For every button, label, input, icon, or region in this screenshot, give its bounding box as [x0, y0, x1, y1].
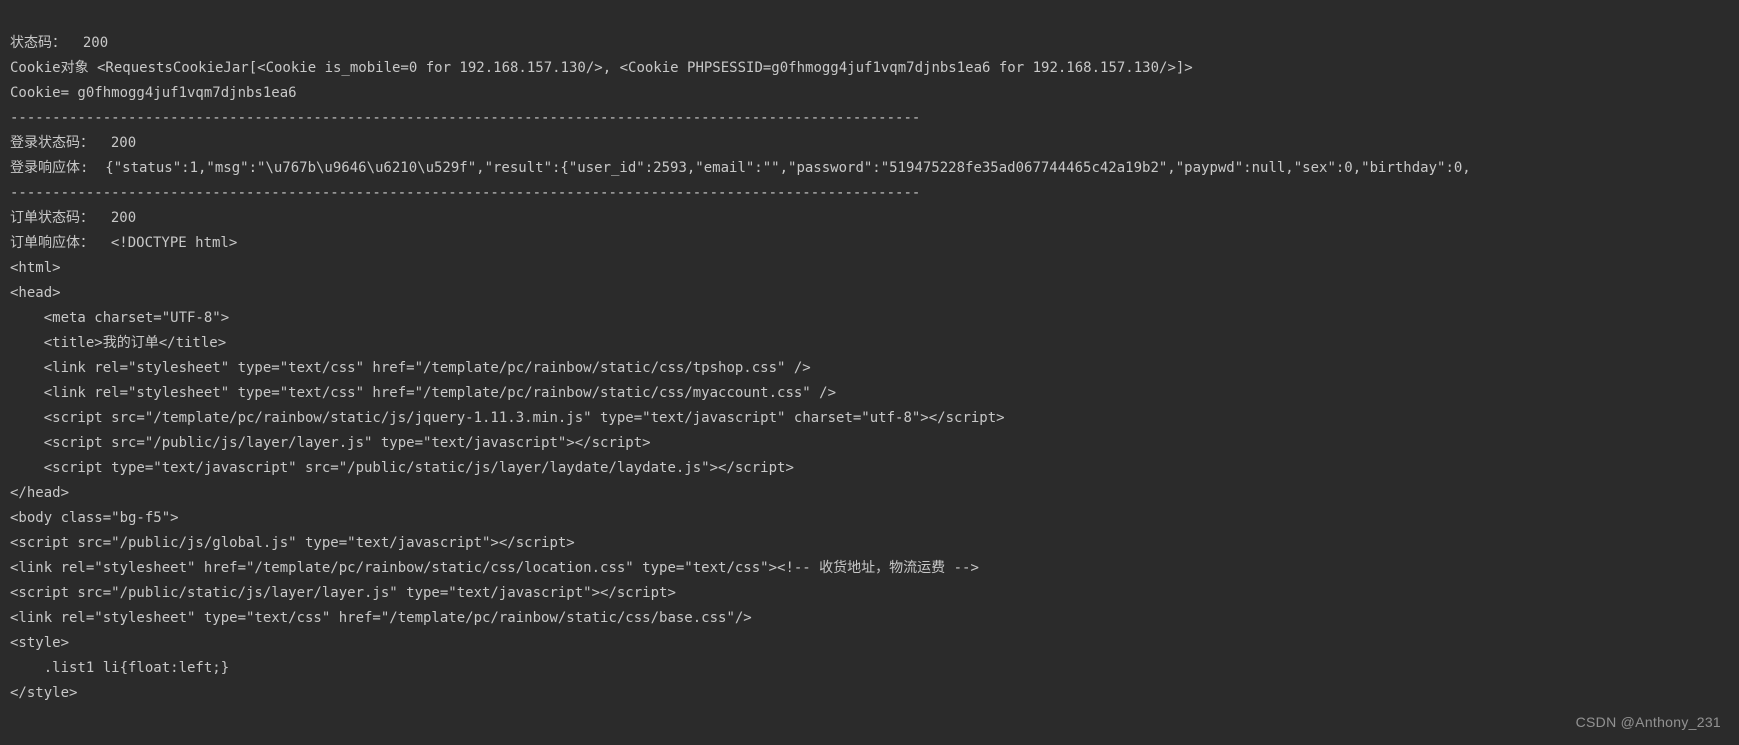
output-line: <style> [10, 635, 69, 651]
output-line: 登录响应体: {"status":1,"msg":"\u767b\u9646\u… [10, 160, 1471, 176]
output-line: .list1 li{float:left;} [10, 660, 229, 676]
output-line: Cookie对象 <RequestsCookieJar[<Cookie is_m… [10, 60, 1193, 76]
output-line: 订单响应体： <!DOCTYPE html> [10, 235, 237, 251]
output-line: <title>我的订单</title> [10, 335, 226, 351]
output-line: <link rel="stylesheet" type="text/css" h… [10, 385, 836, 401]
output-line: 状态码： 200 [10, 35, 108, 51]
output-line: <link rel="stylesheet" type="text/css" h… [10, 610, 752, 626]
watermark-text: CSDN @Anthony_231 [1576, 710, 1721, 735]
output-line: <html> [10, 260, 61, 276]
output-line: <script src="/public/js/layer/layer.js" … [10, 435, 651, 451]
output-line: <link rel="stylesheet" href="/template/p… [10, 560, 979, 576]
output-line: </style> [10, 685, 77, 701]
output-line: </head> [10, 485, 69, 501]
output-line: <script type="text/javascript" src="/pub… [10, 460, 794, 476]
output-line: <head> [10, 285, 61, 301]
output-line: <script src="/template/pc/rainbow/static… [10, 410, 1005, 426]
output-line: Cookie= g0fhmogg4juf1vqm7djnbs1ea6 [10, 85, 297, 101]
console-output: 状态码： 200 Cookie对象 <RequestsCookieJar[<Co… [0, 0, 1739, 716]
output-line: <meta charset="UTF-8"> [10, 310, 229, 326]
output-line: <script src="/public/static/js/layer/lay… [10, 585, 676, 601]
output-line: <link rel="stylesheet" type="text/css" h… [10, 360, 811, 376]
divider-line: ----------------------------------------… [10, 110, 920, 126]
divider-line: ----------------------------------------… [10, 185, 920, 201]
output-line: <body class="bg-f5"> [10, 510, 179, 526]
output-line: <script src="/public/js/global.js" type=… [10, 535, 575, 551]
output-line: 登录状态码： 200 [10, 135, 136, 151]
output-line: 订单状态码： 200 [10, 210, 136, 226]
